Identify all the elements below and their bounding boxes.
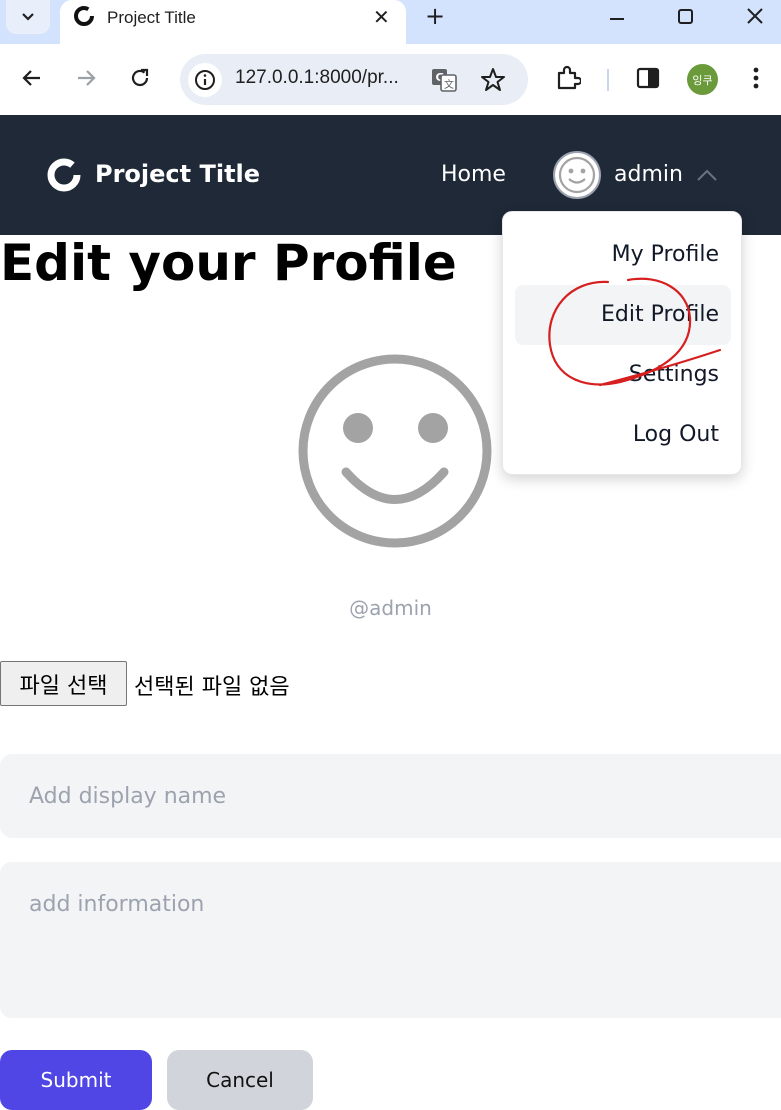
menu-item-my-profile[interactable]: My Profile [515, 225, 731, 285]
submit-button[interactable]: Submit [0, 1050, 152, 1110]
profile-avatar-icon [298, 354, 492, 548]
file-status-text: 선택된 파일 없음 [134, 675, 290, 700]
toolbar-divider [607, 69, 609, 91]
new-tab-icon[interactable]: + [425, 2, 445, 30]
user-dropdown-menu: My Profile Edit Profile Settings Log Out [502, 211, 742, 475]
minimize-icon[interactable] [597, 2, 637, 30]
chevron-down-icon [22, 13, 34, 21]
tab-title: Project Title [107, 8, 196, 27]
display-name-input[interactable] [0, 754, 781, 838]
translate-icon[interactable]: G文 [431, 67, 457, 93]
menu-item-settings[interactable]: Settings [515, 345, 731, 405]
site-info-icon[interactable] [188, 63, 222, 97]
cancel-button[interactable]: Cancel [167, 1050, 313, 1110]
close-window-icon[interactable] [735, 2, 775, 30]
menu-item-edit-profile[interactable]: Edit Profile [515, 285, 731, 345]
brand-title[interactable]: Project Title [95, 160, 260, 188]
reload-icon[interactable] [126, 64, 154, 92]
forward-icon[interactable] [72, 64, 100, 92]
nav-username[interactable]: admin [614, 162, 683, 187]
browser-tab[interactable]: Project Title ✕ [60, 0, 406, 44]
brand-logo-icon[interactable] [46, 157, 82, 193]
svg-text:文: 文 [444, 78, 454, 91]
more-menu-icon[interactable] [742, 64, 770, 92]
file-choose-button[interactable]: 파일 선택 [0, 661, 127, 706]
menu-item-log-out[interactable]: Log Out [515, 405, 731, 465]
back-icon[interactable] [18, 64, 46, 92]
site-logo-icon [74, 6, 94, 26]
nav-home-link[interactable]: Home [441, 162, 506, 187]
url-text[interactable]: 127.0.0.1:8000/pr... [235, 67, 399, 89]
page-title: Edit your Profile [0, 234, 457, 292]
browser-toolbar: 127.0.0.1:8000/pr... G文 잉쿠 [0, 44, 781, 115]
nav-user-avatar[interactable] [553, 151, 601, 199]
extensions-icon[interactable] [554, 64, 582, 92]
smiley-avatar-icon [558, 156, 596, 194]
browser-tabstrip: Project Title ✕ + [0, 0, 781, 44]
address-bar[interactable]: 127.0.0.1:8000/pr... G文 [180, 54, 528, 105]
profile-avatar[interactable]: 잉쿠 [687, 64, 718, 95]
info-textarea[interactable] [0, 862, 781, 1018]
tab-search-button[interactable] [6, 0, 50, 34]
close-tab-icon[interactable]: ✕ [373, 5, 390, 29]
chevron-up-icon[interactable] [695, 167, 719, 183]
profile-handle: @admin [349, 596, 432, 620]
bookmark-star-icon[interactable] [480, 67, 506, 93]
side-panel-icon[interactable] [634, 64, 662, 92]
maximize-icon[interactable] [666, 2, 706, 30]
